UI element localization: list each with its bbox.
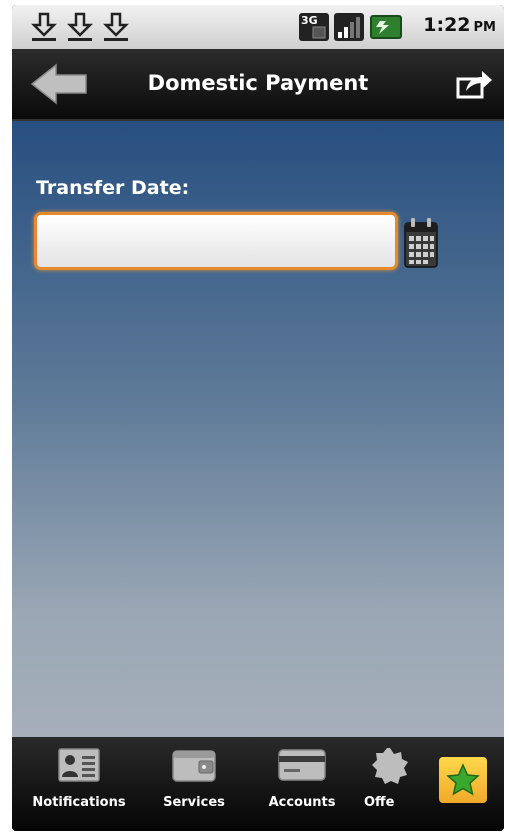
tab-label-notifications: Notifications [32, 795, 126, 810]
download-icon [102, 12, 130, 41]
tab-label-offers: Offe [364, 795, 395, 810]
credit-card-icon [278, 749, 326, 781]
tab-label-accounts: Accounts [268, 795, 336, 810]
signal-icon [334, 13, 364, 41]
status-bar: 3G 1:22 PM [12, 5, 504, 49]
tab-label-services: Services [163, 795, 225, 810]
clock-ampm: PM [473, 20, 496, 35]
favorites-button[interactable] [439, 757, 487, 803]
phone-screen: 3G 1:22 PM Domestic Payment Transfer Dat… [12, 5, 504, 831]
network-3g-icon: 3G [299, 13, 329, 41]
wallet-icon [172, 750, 216, 782]
transfer-date-label: Transfer Date: [36, 177, 190, 199]
download-icon [30, 12, 58, 41]
battery-icon [370, 15, 402, 39]
gear-badge-icon [372, 748, 408, 784]
tab-offers[interactable]: Offe [362, 737, 418, 831]
transfer-date-field[interactable] [34, 212, 398, 270]
page-title: Domestic Payment [147, 71, 369, 95]
tab-notifications[interactable]: Notifications [18, 737, 140, 831]
tab-services[interactable]: Services [142, 737, 246, 831]
bottom-tab-bar: Notifications Services Accounts Offe [12, 737, 504, 831]
clock: 1:22 PM [423, 14, 496, 36]
title-bar: Domestic Payment [12, 49, 504, 121]
clock-time: 1:22 [423, 14, 471, 36]
tab-accounts[interactable]: Accounts [248, 737, 356, 831]
calendar-icon[interactable] [403, 217, 439, 269]
share-icon[interactable] [454, 67, 494, 101]
id-card-icon [58, 748, 100, 782]
download-icon [66, 12, 94, 41]
star-icon [446, 763, 480, 796]
main-content: Transfer Date: [12, 121, 504, 737]
